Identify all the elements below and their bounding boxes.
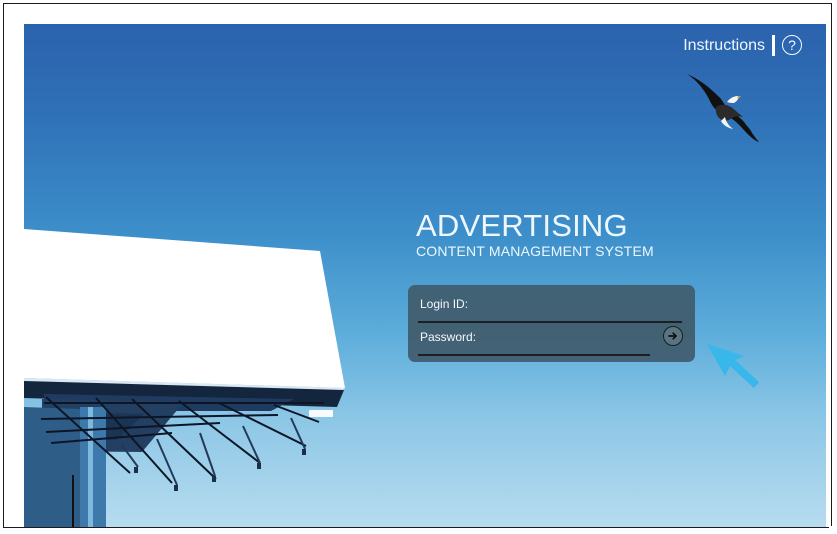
login-id-row[interactable]: Login ID: <box>418 298 685 324</box>
password-label: Password: <box>420 330 477 344</box>
arrow-right-icon <box>668 332 677 340</box>
password-row[interactable]: Password: <box>418 326 685 357</box>
pointer-arrow-icon <box>707 344 759 388</box>
login-screen: Instructions ? ADVERTISING CONTENT MANAG… <box>24 24 826 527</box>
application-frame: Instructions ? ADVERTISING CONTENT MANAG… <box>3 3 832 528</box>
eagle-icon <box>687 74 759 142</box>
instructions-link-group[interactable]: Instructions ? <box>683 35 802 56</box>
page-title: ADVERTISING <box>416 208 628 243</box>
page-subtitle: CONTENT MANAGEMENT SYSTEM <box>416 243 654 259</box>
login-id-field[interactable] <box>418 321 682 323</box>
instructions-link[interactable]: Instructions <box>683 37 765 54</box>
help-icon[interactable]: ? <box>782 35 802 55</box>
bottom-right-corner <box>829 526 834 531</box>
billboard-icon <box>24 229 345 527</box>
login-id-label: Login ID: <box>420 297 469 311</box>
instructions-divider <box>772 35 775 56</box>
title-block: ADVERTISING CONTENT MANAGEMENT SYSTEM <box>416 210 654 258</box>
login-panel: Login ID: Password: <box>408 285 695 362</box>
password-field[interactable] <box>418 354 650 356</box>
submit-button[interactable] <box>663 326 683 346</box>
